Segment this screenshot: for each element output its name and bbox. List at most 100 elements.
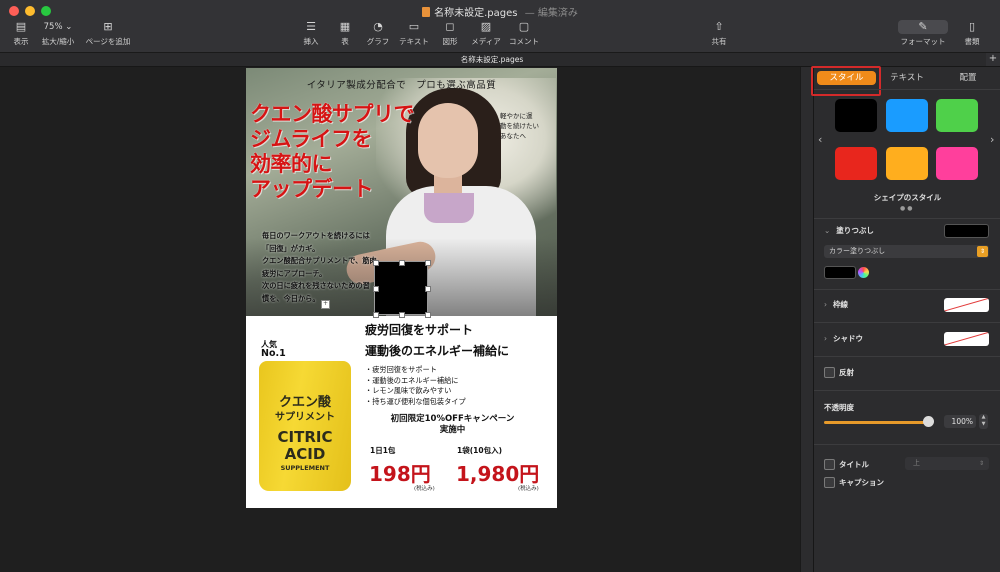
plus-square-icon: ⊞ <box>103 20 113 33</box>
share-icon: ⇧ <box>714 20 724 33</box>
sub-heading-1[interactable]: 疲労回復をサポート <box>365 321 473 338</box>
chevron-down-icon: ⌄ <box>65 22 73 32</box>
price-bag[interactable]: 1,980円 <box>456 458 539 487</box>
price-daily[interactable]: 198円 <box>369 458 431 487</box>
resize-handle-left[interactable] <box>373 286 379 292</box>
resize-handle-top-right[interactable] <box>425 260 431 266</box>
chevron-right-icon: › <box>824 334 827 343</box>
format-inspector: スタイル テキスト 配置 ‹ › シェイプのスタイル ●● ⌄ 塗りつぶし カラー… <box>811 66 1000 572</box>
tax-note-daily[interactable]: (税込み) <box>414 484 435 492</box>
title-checkbox[interactable] <box>824 459 835 470</box>
fill-type-select[interactable]: カラー塗りつぶし ⇕ <box>824 245 989 258</box>
style-swatch-green[interactable] <box>936 99 978 132</box>
view-button[interactable]: ▤ 表示 <box>12 20 30 47</box>
text-box-icon: ▭ <box>408 20 420 33</box>
tab-arrange[interactable]: 配置 <box>938 71 998 85</box>
style-swatch-black[interactable] <box>835 99 877 132</box>
chart-button[interactable]: ◔ グラフ <box>366 20 390 47</box>
resize-handle-bottom[interactable] <box>399 312 405 318</box>
headline[interactable]: クエン酸サプリで ジムライフを 効率的に アップデート <box>250 102 450 202</box>
photo-icon: ▨ <box>480 20 492 33</box>
style-page-indicator[interactable]: ●● <box>900 205 914 212</box>
opacity-value-field[interactable]: 100% <box>944 415 976 428</box>
opacity-slider-track[interactable] <box>824 421 932 424</box>
updown-icon: ⇕ <box>978 460 984 467</box>
pages-window: 名称未設定.pages — 編集済み ▤ 表示 75% ⌄ 拡大/縮小 ⊞ ページを追… <box>0 0 1000 572</box>
media-button[interactable]: ▨ メディア <box>470 20 502 47</box>
shadow-none-well[interactable] <box>944 332 989 346</box>
window-title: 名称未設定.pages — 編集済み <box>0 4 1000 19</box>
style-swatch-red[interactable] <box>835 147 877 180</box>
top-caption[interactable]: イタリア製成分配合で プロも選ぶ高品質 <box>246 77 557 91</box>
fill-color-well[interactable] <box>944 224 989 238</box>
document-button[interactable]: ▯ 書類 <box>960 20 984 47</box>
inspector-tabs: スタイル テキスト 配置 <box>811 66 1000 96</box>
shape-button[interactable]: ◻ 図形 <box>440 20 460 47</box>
opacity-label: 不透明度 <box>824 403 854 412</box>
price-label-bag[interactable]: 1袋(10包入) <box>457 445 502 456</box>
table-icon: ▦ <box>339 20 351 33</box>
stroke-section-toggle[interactable]: › 枠線 <box>824 299 848 310</box>
opacity-slider-knob[interactable] <box>923 416 934 427</box>
title-position-select[interactable]: 上 ⇕ <box>905 457 989 470</box>
reflection-label: 反射 <box>839 368 854 377</box>
sub-heading-2[interactable]: 運動後のエネルギー補給に <box>365 342 509 359</box>
resize-handle-right[interactable] <box>425 286 431 292</box>
chevron-right-icon[interactable]: › <box>990 133 994 146</box>
tab-text[interactable]: テキスト <box>878 71 936 85</box>
selected-black-square-shape[interactable] <box>374 261 428 315</box>
resize-handle-top[interactable] <box>399 260 405 266</box>
tab-bar: 名称未設定.pages + <box>0 53 1000 67</box>
tax-note-bag[interactable]: (税込み) <box>518 484 539 492</box>
resize-handle-bottom-right[interactable] <box>425 312 431 318</box>
add-page-button[interactable]: ⊞ ページを追加 <box>84 20 132 47</box>
list-icon: ☰ <box>306 20 316 33</box>
style-swatch-orange[interactable] <box>886 147 928 180</box>
canvas-scrollbar[interactable] <box>800 67 813 572</box>
resize-handle-top-left[interactable] <box>373 260 379 266</box>
color-wheel-icon[interactable] <box>858 267 869 278</box>
price-label-daily[interactable]: 1日1包 <box>370 445 395 456</box>
highlight-outline <box>811 66 881 96</box>
document-tab[interactable]: 名称未設定.pages <box>0 54 984 65</box>
new-tab-button[interactable]: + <box>986 53 1000 66</box>
comment-button[interactable]: ▢ コメント <box>508 20 540 47</box>
shadow-section-toggle[interactable]: › シャドウ <box>824 333 863 344</box>
share-button[interactable]: ⇧ 共有 <box>708 20 730 47</box>
pages-document-icon <box>422 7 431 17</box>
product-package-image[interactable]: クエン酸 サプリメント CITRIC ACID SUPPLEMENT <box>259 361 351 491</box>
chevron-down-icon: ⌄ <box>824 226 831 235</box>
feature-list[interactable]: ・疲労回復をサポート ・運動後のエネルギー補給に ・レモン風味で飲みやすい ・持… <box>365 365 466 407</box>
title-label: タイトル <box>839 460 869 469</box>
fill-color-swatch[interactable] <box>824 266 856 279</box>
document-icon: ▯ <box>968 20 976 33</box>
comment-icon: ▢ <box>518 20 530 33</box>
caption-checkbox[interactable] <box>824 477 835 488</box>
stroke-none-well[interactable] <box>944 298 989 312</box>
table-button[interactable]: ▦ 表 <box>336 20 354 47</box>
insert-button[interactable]: ☰ 挿入 <box>300 20 322 47</box>
square-icon: ◻ <box>445 20 455 33</box>
document-page[interactable]: イタリア製成分配合で プロも選ぶ高品質 クエン酸サプリで ジムライフを 効率的に… <box>246 68 557 508</box>
style-swatch-pink[interactable] <box>936 147 978 180</box>
format-button[interactable]: ✎ フォーマット <box>898 20 948 47</box>
chevron-right-icon: › <box>824 300 827 309</box>
text-button[interactable]: ▭ テキスト <box>398 20 430 47</box>
zoom-button[interactable]: 75% ⌄ 拡大/縮小 <box>40 20 76 47</box>
caption-label: キャプション <box>839 478 884 487</box>
fill-section-toggle[interactable]: ⌄ 塗りつぶし <box>824 225 874 236</box>
paintbrush-icon: ✎ <box>898 20 948 34</box>
campaign-text[interactable]: 初回限定10%OFFキャンペーン 実施中 <box>365 414 540 436</box>
side-note[interactable]: 軽やかに運 動を続けたい あなたへ <box>500 111 554 141</box>
opacity-stepper[interactable]: ▲ ▼ <box>979 414 988 429</box>
pie-chart-icon: ◔ <box>373 20 383 33</box>
style-swatch-blue[interactable] <box>886 99 928 132</box>
resize-handle-bottom-left[interactable] <box>373 312 379 318</box>
rank-badge[interactable]: 人気 No.1 <box>261 340 286 358</box>
reflection-checkbox[interactable] <box>824 367 835 378</box>
overflow-plus-icon[interactable]: + <box>321 300 330 309</box>
updown-icon: ⇕ <box>977 246 988 257</box>
sidebar-icon: ▤ <box>15 20 27 33</box>
chevron-left-icon[interactable]: ‹ <box>818 133 822 146</box>
toolbar: 名称未設定.pages — 編集済み ▤ 表示 75% ⌄ 拡大/縮小 ⊞ ページを追… <box>0 0 1000 53</box>
